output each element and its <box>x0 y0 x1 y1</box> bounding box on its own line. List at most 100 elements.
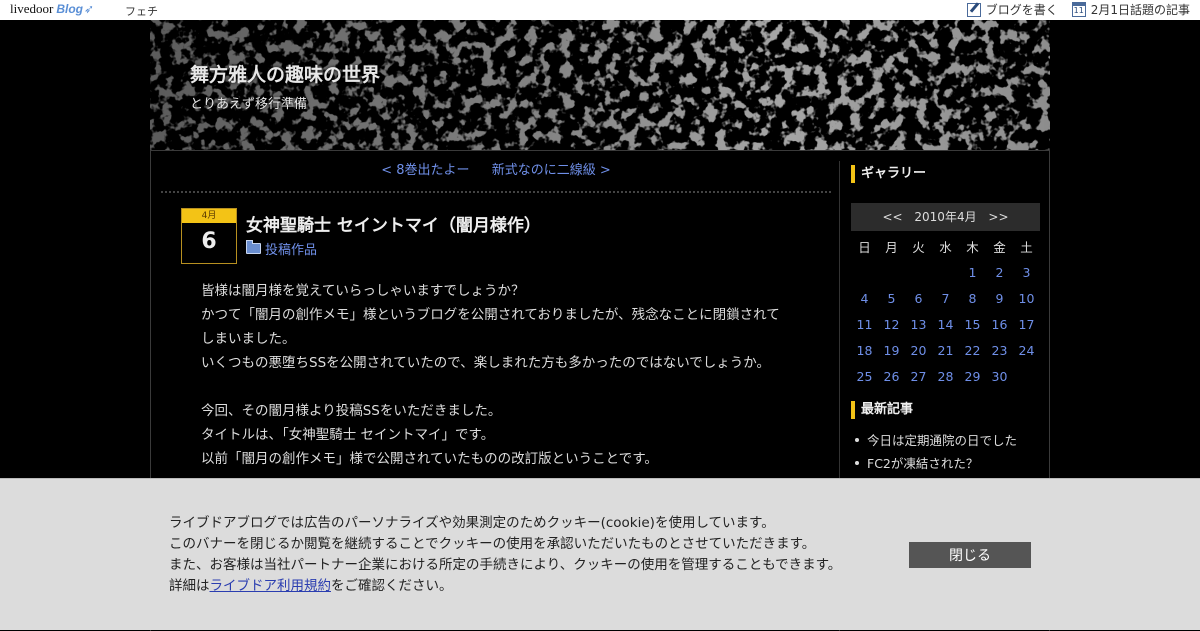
cookie-line: また、お客様は当社パートナー企業における所定の手続きにより、クッキーの使用を管理… <box>169 557 842 573</box>
calendar-day[interactable]: 19 <box>878 337 905 363</box>
calendar-weekday: 金 <box>993 239 1006 255</box>
topbar-blog-link[interactable]: フェチ <box>125 3 158 19</box>
calendar-day <box>851 259 878 285</box>
logo-blog-text: Blog <box>56 2 83 16</box>
calendar-month-label: 2010年4月 <box>914 210 977 224</box>
calendar-day[interactable]: 27 <box>905 363 932 389</box>
post-line: 今回、その闇月様より投稿SSをいただきました。 <box>201 403 502 419</box>
terms-link[interactable]: ライブドア利用規約 <box>210 578 332 594</box>
calendar-day[interactable]: 17 <box>1013 311 1040 337</box>
recent-post-item[interactable]: 今日は定期通院の日でした <box>851 429 1040 452</box>
topic-articles-link[interactable]: 11 2月1日話題の記事 <box>1071 1 1190 18</box>
calendar-week-row: 1 2 3 <box>851 259 1040 285</box>
logo-swoosh-icon: ➶ <box>84 2 95 16</box>
topbar-actions: ブログを書く 11 2月1日話題の記事 <box>966 1 1190 18</box>
calendar-day[interactable]: 24 <box>1013 337 1040 363</box>
post-line: タイトルは、「女神聖騎士 セイントマイ」です。 <box>201 427 495 443</box>
calendar-day[interactable]: 9 <box>986 285 1013 311</box>
cookie-detail-suffix: をご確認ください。 <box>331 578 453 594</box>
calendar-day[interactable]: 11 <box>851 311 878 337</box>
calendar-weekday: 火 <box>912 239 925 255</box>
calendar-day[interactable]: 25 <box>851 363 878 389</box>
calendar-header: << 2010年4月 >> <box>851 203 1040 231</box>
calendar-week-row: 4 5 6 7 8 9 10 <box>851 285 1040 311</box>
cookie-line: このバナーを閉じるか閲覧を継続することでクッキーの使用を承認いただいたものとさせ… <box>169 536 816 552</box>
calendar-prev-link[interactable]: << <box>882 210 902 224</box>
calendar-day[interactable]: 22 <box>959 337 986 363</box>
post-line: いくつもの悪堕ちSSを公開されていたので、楽しまれた方も多かったのではないでしょ… <box>201 355 771 371</box>
write-blog-link[interactable]: ブログを書く <box>966 1 1058 18</box>
calendar-day[interactable]: 21 <box>932 337 959 363</box>
cookie-consent-banner: ライブドアブログでは広告のパーソナライズや効果測定のためクッキー(cookie)… <box>0 478 1200 630</box>
calendar-weekday: 月 <box>885 239 898 255</box>
calendar-day[interactable]: 15 <box>959 311 986 337</box>
prev-article-link[interactable]: < 8巻出たよー <box>381 163 469 178</box>
calendar-day[interactable]: 26 <box>878 363 905 389</box>
calendar-day[interactable]: 2 <box>986 259 1013 285</box>
calendar-day[interactable]: 10 <box>1013 285 1040 311</box>
post-body: 皆様は闇月様を覚えていらっしゃいますでしょうか？ かつて「闇月の創作メモ」様とい… <box>201 279 821 471</box>
calendar-day[interactable]: 5 <box>878 285 905 311</box>
calendar-day[interactable]: 1 <box>959 259 986 285</box>
calendar-day[interactable]: 16 <box>986 311 1013 337</box>
calendar-day[interactable]: 13 <box>905 311 932 337</box>
calendar-day <box>878 259 905 285</box>
calendar-weekday: 土 <box>1020 239 1033 255</box>
calendar-day[interactable]: 3 <box>1013 259 1040 285</box>
calendar-weekday: 日 <box>858 239 871 255</box>
calendar-weekday-row: 日 月 火 水 木 金 土 <box>851 233 1040 259</box>
recent-post-item[interactable]: FC2が凍結された？ <box>851 452 1040 475</box>
main-column: < 8巻出たよー 新式なのに二線級 > 4月 6 女神聖騎士 セイントマイ（闇月… <box>161 151 831 467</box>
site-title[interactable]: 舞方雅人の趣味の世界 <box>190 60 380 87</box>
sidebar: ギャラリー << 2010年4月 >> 日 月 火 水 木 金 土 1 2 3 … <box>851 151 1040 475</box>
next-article-link[interactable]: 新式なのに二線級 > <box>492 163 611 178</box>
cookie-detail-prefix: 詳細は <box>169 578 210 594</box>
calendar-day <box>905 259 932 285</box>
calendar-day[interactable]: 18 <box>851 337 878 363</box>
post-line: かつて「闇月の創作メモ」様というブログを公開されておりましたが、残念なことに閉鎖… <box>201 307 780 323</box>
calendar-week-row: 18 19 20 21 22 23 24 <box>851 337 1040 363</box>
pen-icon <box>966 2 981 17</box>
cookie-line: ライブドアブログでは広告のパーソナライズや効果測定のためクッキー(cookie)… <box>169 515 775 531</box>
article-pager: < 8巻出たよー 新式なのに二線級 > <box>161 151 831 193</box>
post-category-link[interactable]: 投稿作品 <box>265 239 317 258</box>
post-date-month: 4月 <box>182 209 236 223</box>
folder-icon <box>246 240 261 254</box>
calendar-day <box>932 259 959 285</box>
post-title[interactable]: 女神聖騎士 セイントマイ（闇月様作） <box>246 211 541 236</box>
post-category: 投稿作品 <box>246 239 317 258</box>
calendar-weekday: 水 <box>939 239 952 255</box>
calendar-day[interactable]: 12 <box>878 311 905 337</box>
recent-posts-list: 今日は定期通院の日でした FC2が凍結された？ <box>851 429 1040 475</box>
calendar-day[interactable]: 8 <box>959 285 986 311</box>
calendar-day[interactable]: 14 <box>932 311 959 337</box>
calendar-day[interactable]: 4 <box>851 285 878 311</box>
recent-posts-heading: 最新記事 <box>851 401 1040 419</box>
post-date-badge: 4月 6 <box>181 208 237 264</box>
cookie-close-button[interactable]: 閉じる <box>909 542 1031 568</box>
post-line-blank <box>201 375 821 399</box>
calendar-day[interactable]: 30 <box>986 363 1013 389</box>
calendar-day[interactable]: 23 <box>986 337 1013 363</box>
cookie-line: 詳細はライブドア利用規約をご確認ください。 <box>169 576 841 597</box>
write-blog-label: ブログを書く <box>985 3 1058 17</box>
calendar-day[interactable]: 6 <box>905 285 932 311</box>
calendar-day[interactable]: 20 <box>905 337 932 363</box>
post-date-day: 6 <box>201 229 217 254</box>
livedoor-topbar: livedoor Blog➶ フェチ ブログを書く 11 2月1日話題の記事 <box>0 0 1200 20</box>
cookie-message: ライブドアブログでは広告のパーソナライズや効果測定のためクッキー(cookie)… <box>169 513 841 597</box>
calendar-day[interactable]: 29 <box>959 363 986 389</box>
calendar-day[interactable]: 28 <box>932 363 959 389</box>
post-line: 皆様は闇月様を覚えていらっしゃいますでしょうか？ <box>201 283 525 299</box>
gallery-heading: ギャラリー <box>851 165 1040 183</box>
site-description: とりあえず移行準備 <box>190 97 308 112</box>
topic-articles-label: 2月1日話題の記事 <box>1090 3 1190 17</box>
calendar-next-link[interactable]: >> <box>988 210 1008 224</box>
calendar-table: 日 月 火 水 木 金 土 1 2 3 4 5 6 7 8 9 10 11 12… <box>851 233 1040 389</box>
post-line: しまいました。 <box>201 331 296 347</box>
calendar-weekday: 木 <box>966 239 979 255</box>
calendar-day[interactable]: 7 <box>932 285 959 311</box>
blog-header: 舞方雅人の趣味の世界 とりあえず移行準備 <box>150 20 1050 150</box>
livedoor-blog-logo[interactable]: livedoor Blog➶ <box>10 1 94 17</box>
post-line: 以前「闇月の創作メモ」様で公開されていたものの改訂版ということです。 <box>201 451 658 467</box>
